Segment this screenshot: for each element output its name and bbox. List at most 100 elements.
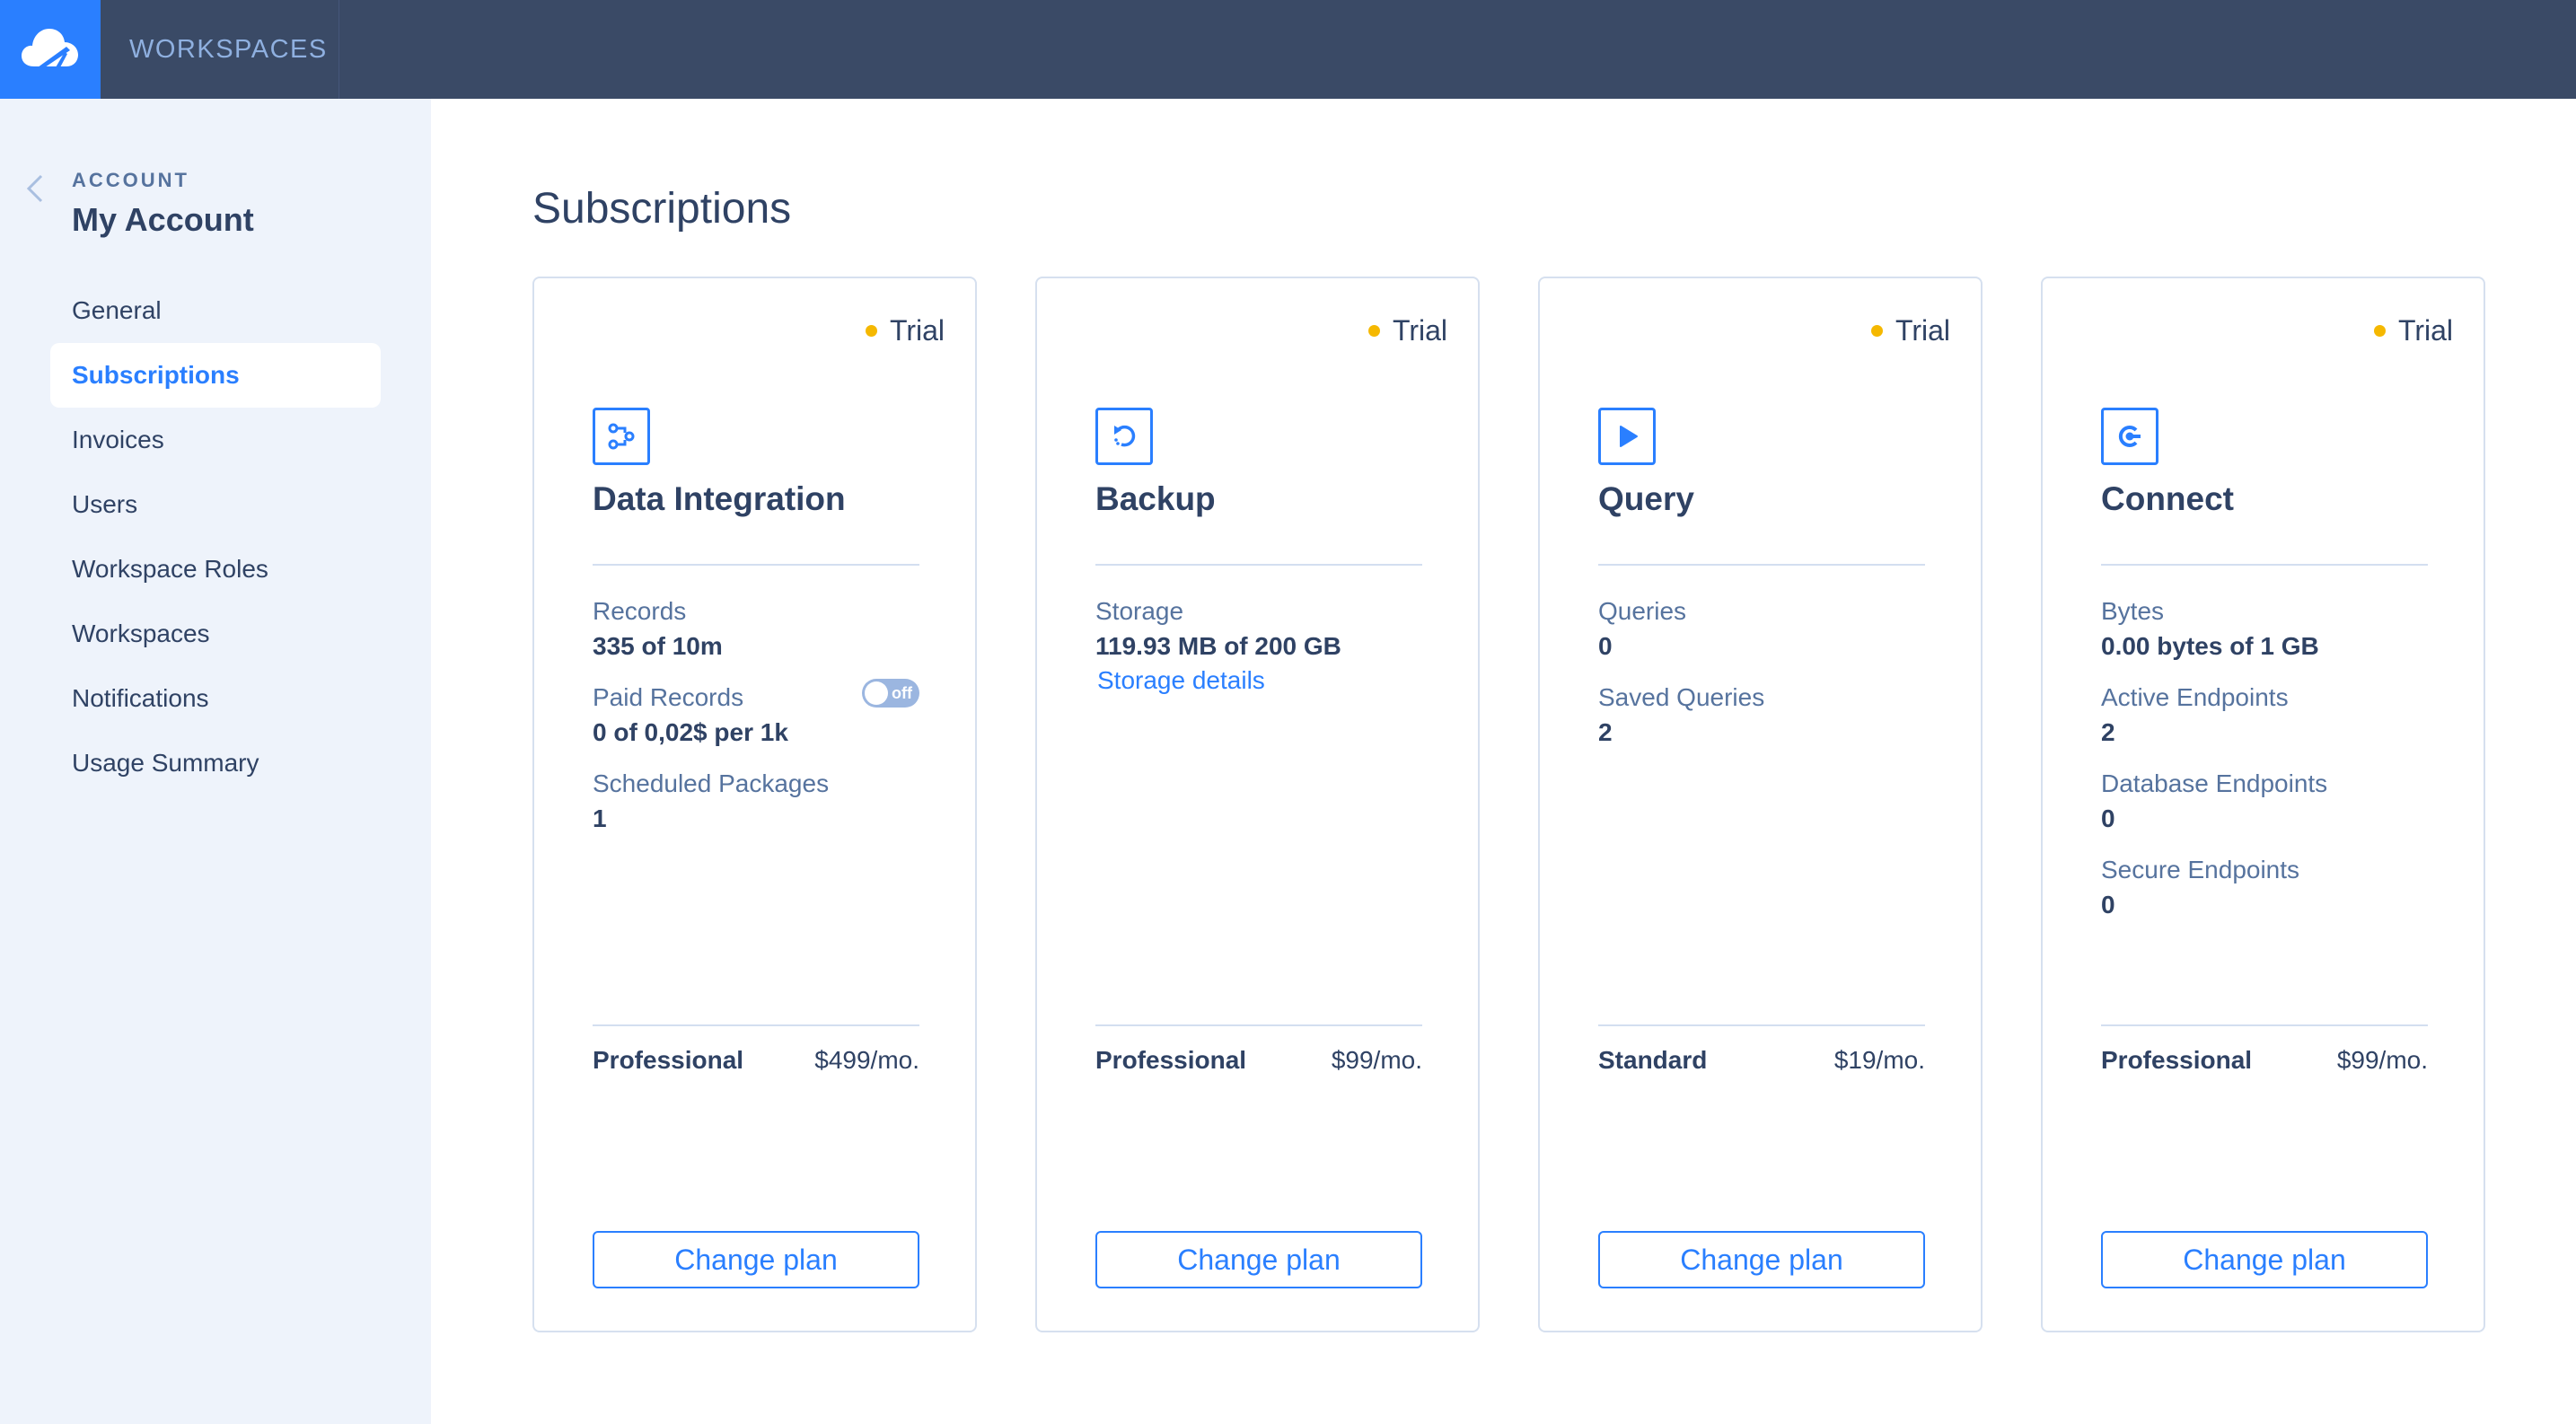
divider — [1598, 564, 1925, 566]
divider — [1095, 1024, 1422, 1026]
plan-name: Professional — [1095, 1046, 1247, 1074]
plan-price: $499/mo. — [814, 1046, 919, 1074]
status-label: Trial — [1392, 314, 1447, 347]
metric-value: 2 — [2101, 718, 2115, 746]
data-integration-icon — [593, 408, 650, 465]
workspaces-tab-label: WORKSPACES — [129, 34, 328, 64]
sidebar-item-users[interactable]: Users — [50, 472, 381, 537]
metrics-list: Bytes 0.00 bytes of 1 GB Active Endpoint… — [2101, 594, 2428, 939]
plan-row: Standard $19/mo. — [1598, 1046, 1925, 1075]
metric-queries: Queries 0 — [1598, 594, 1925, 664]
sidebar-item-label: General — [72, 296, 162, 324]
top-bar: WORKSPACES — [0, 0, 2576, 99]
sidebar-item-subscriptions[interactable]: Subscriptions — [50, 343, 381, 408]
connect-icon — [2101, 408, 2158, 465]
metric-label: Bytes — [2101, 597, 2165, 625]
change-plan-button[interactable]: Change plan — [593, 1231, 919, 1288]
divider — [2101, 1024, 2428, 1026]
metric-secure-endpoints: Secure Endpoints 0 — [2101, 853, 2428, 923]
metric-scheduled-packages: Scheduled Packages 1 — [593, 767, 919, 837]
sidebar-item-usage-summary[interactable]: Usage Summary — [50, 731, 381, 796]
sidebar-item-label: Workspace Roles — [72, 555, 268, 583]
workspaces-tab[interactable]: WORKSPACES — [101, 0, 339, 99]
paid-records-toggle[interactable]: off — [862, 679, 919, 708]
section-label: ACCOUNT — [72, 169, 189, 191]
metric-records: Records 335 of 10m — [593, 594, 919, 664]
divider — [593, 1024, 919, 1026]
metrics-list: Storage 119.93 MB of 200 GB Storage deta… — [1095, 594, 1422, 713]
sidebar-item-label: Invoices — [72, 426, 164, 453]
metric-value: 0 — [2101, 891, 2115, 919]
metric-value: 0 — [2101, 804, 2115, 832]
toggle-knob — [865, 681, 888, 705]
sidebar-item-label: Users — [72, 490, 138, 518]
metric-label: Scheduled Packages — [593, 769, 830, 797]
metric-value: 335 of 10m — [593, 632, 723, 660]
cloud-logo-icon — [22, 25, 79, 75]
plan-price: $19/mo. — [1833, 1046, 1925, 1074]
sidebar-item-general[interactable]: General — [50, 278, 381, 343]
change-plan-button[interactable]: Change plan — [2101, 1231, 2428, 1288]
sidebar-item-notifications[interactable]: Notifications — [50, 666, 381, 731]
metric-value: 0.00 bytes of 1 GB — [2101, 632, 2319, 660]
sidebar-nav: General Subscriptions Invoices Users Wor… — [50, 278, 381, 796]
status-label: Trial — [1895, 314, 1950, 347]
divider — [1095, 564, 1422, 566]
sidebar-item-invoices[interactable]: Invoices — [50, 408, 381, 472]
plan-price: $99/mo. — [1331, 1046, 1422, 1074]
metric-storage: Storage 119.93 MB of 200 GB Storage deta… — [1095, 594, 1422, 697]
metric-value: 0 of 0,02$ per 1k — [593, 718, 788, 746]
play-icon — [1598, 408, 1656, 465]
chevron-left-icon[interactable] — [22, 171, 48, 207]
status-badge: Trial — [2373, 314, 2453, 347]
change-plan-button[interactable]: Change plan — [1598, 1231, 1925, 1288]
subscription-card-connect: Trial Connect Bytes 0.00 bytes of 1 GB A… — [2041, 277, 2485, 1332]
divider — [1598, 1024, 1925, 1026]
sidebar: ACCOUNT My Account General Subscriptions… — [0, 99, 431, 1424]
metrics-list: Records 335 of 10m Paid Records 0 of 0,0… — [593, 594, 919, 853]
storage-details-link[interactable]: Storage details — [1097, 664, 1265, 697]
metric-value: 119.93 MB of 200 GB — [1095, 632, 1341, 660]
subscription-card-query: Trial Query Queries 0 Saved Queries 2 St… — [1538, 277, 1983, 1332]
card-title: Data Integration — [593, 480, 846, 517]
divider — [2101, 564, 2428, 566]
metric-label: Secure Endpoints — [2101, 856, 2300, 883]
status-dot-icon — [2373, 325, 2386, 337]
metric-database-endpoints: Database Endpoints 0 — [2101, 767, 2428, 837]
sidebar-item-label: Notifications — [72, 684, 209, 712]
metric-value: 0 — [1598, 632, 1613, 660]
status-dot-icon — [1870, 325, 1883, 337]
sidebar-item-workspace-roles[interactable]: Workspace Roles — [50, 537, 381, 602]
metric-label: Queries — [1598, 597, 1687, 625]
change-plan-button[interactable]: Change plan — [1095, 1231, 1422, 1288]
sidebar-item-workspaces[interactable]: Workspaces — [50, 602, 381, 666]
toggle-state-label: off — [892, 683, 912, 702]
status-badge: Trial — [1367, 314, 1447, 347]
status-badge: Trial — [865, 314, 945, 347]
plan-name: Professional — [2101, 1046, 2253, 1074]
metric-value: 2 — [1598, 718, 1613, 746]
divider — [593, 564, 919, 566]
plan-price: $99/mo. — [2336, 1046, 2428, 1074]
plan-row: Professional $99/mo. — [2101, 1046, 2428, 1075]
sidebar-title: My Account — [72, 201, 254, 238]
metric-value: 1 — [593, 804, 607, 832]
metric-paid-records: Paid Records 0 of 0,02$ per 1k off — [593, 679, 919, 751]
metrics-list: Queries 0 Saved Queries 2 — [1598, 594, 1925, 767]
subscription-card-backup: Trial Backup Storage 119.93 MB of 200 GB… — [1035, 277, 1480, 1332]
card-title: Query — [1598, 480, 1694, 517]
plan-name: Standard — [1598, 1046, 1708, 1074]
sidebar-item-label: Workspaces — [72, 620, 210, 647]
status-dot-icon — [1367, 325, 1380, 337]
page-title: Subscriptions — [532, 185, 792, 233]
sidebar-item-label: Subscriptions — [72, 361, 240, 389]
metric-label: Active Endpoints — [2101, 683, 2289, 711]
metric-active-endpoints: Active Endpoints 2 — [2101, 681, 2428, 751]
metric-saved-queries: Saved Queries 2 — [1598, 681, 1925, 751]
card-title: Connect — [2101, 480, 2234, 517]
backup-restore-icon — [1095, 408, 1153, 465]
plan-row: Professional $99/mo. — [1095, 1046, 1422, 1075]
logo-button[interactable] — [0, 0, 101, 99]
metric-bytes: Bytes 0.00 bytes of 1 GB — [2101, 594, 2428, 664]
sidebar-item-label: Usage Summary — [72, 749, 259, 777]
